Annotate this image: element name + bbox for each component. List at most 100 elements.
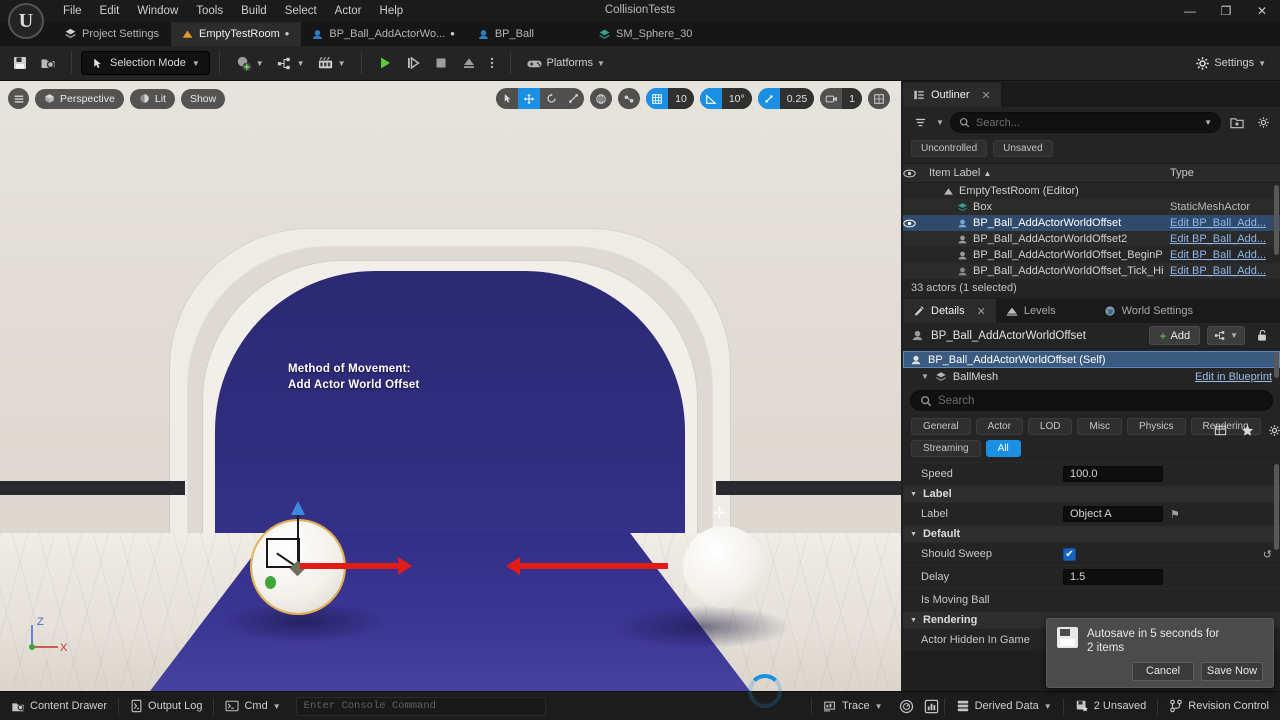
- speed-field[interactable]: 100.0: [1063, 466, 1163, 482]
- outliner-scrollbar[interactable]: [1274, 185, 1279, 255]
- row-type[interactable]: Edit BP_Ball_Add...: [1170, 249, 1280, 261]
- chip-uncontrolled[interactable]: Uncontrolled: [911, 140, 988, 157]
- filter-icon[interactable]: [910, 113, 930, 133]
- filter-physics[interactable]: Physics: [1127, 418, 1186, 435]
- surface-snap-button[interactable]: [618, 88, 640, 109]
- close-icon[interactable]: ✕: [977, 305, 986, 318]
- filter-streaming[interactable]: Streaming: [911, 440, 981, 457]
- filter-all[interactable]: All: [985, 440, 1021, 457]
- menu-item-select[interactable]: Select: [276, 1, 326, 21]
- menu-item-file[interactable]: File: [54, 1, 91, 21]
- close-icon[interactable]: ✕: [1244, 0, 1280, 22]
- derived-data-button[interactable]: Derived Data ▼: [945, 699, 1063, 713]
- add-component-button[interactable]: + Add: [1149, 326, 1201, 345]
- tab-empty-test-room[interactable]: EmptyTestRoom •: [171, 22, 302, 46]
- menu-item-actor[interactable]: Actor: [326, 1, 371, 21]
- world-coords-button[interactable]: [590, 88, 612, 109]
- unsaved-button[interactable]: 2 Unsaved: [1064, 699, 1158, 713]
- ball-object-b[interactable]: [683, 526, 765, 608]
- eject-button[interactable]: [455, 51, 483, 75]
- trace-button[interactable]: Trace ▼: [812, 700, 894, 713]
- viewport-show-button[interactable]: Show: [180, 88, 226, 109]
- star-icon[interactable]: [1237, 420, 1257, 440]
- grid-snap-button[interactable]: [646, 88, 669, 109]
- grid-snap-value[interactable]: 10: [668, 88, 694, 109]
- row-type[interactable]: Edit BP_Ball_Add...: [1170, 265, 1280, 277]
- minimize-icon[interactable]: —: [1172, 0, 1208, 22]
- menu-item-tools[interactable]: Tools: [187, 1, 232, 21]
- property-list-scrollbar[interactable]: [1274, 464, 1279, 550]
- cmd-dropdown[interactable]: Cmd ▼: [214, 692, 291, 720]
- tab-bp-ball-addactorworldoffset[interactable]: BP_Ball_AddActorWo... •: [301, 22, 467, 46]
- flag-icon[interactable]: ⚑: [1170, 508, 1180, 521]
- stop-button[interactable]: [427, 51, 455, 75]
- save-button[interactable]: [6, 51, 34, 75]
- play-button[interactable]: [371, 51, 399, 75]
- menu-item-window[interactable]: Window: [128, 1, 187, 21]
- gear-icon[interactable]: [1253, 113, 1273, 133]
- component-row-self[interactable]: BP_Ball_AddActorWorldOffset (Self): [903, 351, 1280, 368]
- maximize-icon[interactable]: ❐: [1208, 0, 1244, 22]
- should-sweep-checkbox[interactable]: ✔: [1063, 547, 1076, 561]
- blueprint-menu-button[interactable]: ▼: [1207, 326, 1245, 345]
- tab-levels[interactable]: Levels: [995, 299, 1066, 323]
- add-actor-button[interactable]: ▼: [229, 51, 270, 75]
- outliner-search-input[interactable]: Search... ▼: [949, 112, 1221, 133]
- scale-tool-button[interactable]: [562, 88, 584, 109]
- table-row[interactable]: BP_Ball_AddActorWorldOffset2 Edit BP_Bal…: [903, 231, 1280, 247]
- viewport-lit-button[interactable]: Lit: [129, 88, 175, 109]
- unlock-icon[interactable]: [1252, 326, 1272, 346]
- tab-outliner[interactable]: Outliner ✕: [903, 83, 1001, 107]
- chevron-down-icon[interactable]: ▼: [936, 118, 944, 127]
- revert-icon[interactable]: ↺: [1263, 548, 1272, 561]
- save-now-button[interactable]: Save Now: [1201, 662, 1263, 681]
- row-type[interactable]: Edit BP_Ball_Add...: [1170, 217, 1280, 229]
- menu-item-help[interactable]: Help: [371, 1, 413, 21]
- row-visibility-toggle[interactable]: [903, 219, 929, 228]
- console-command-input[interactable]: Enter Console Command: [295, 696, 546, 716]
- menu-item-build[interactable]: Build: [232, 1, 276, 21]
- viewport-menu-button[interactable]: [8, 88, 29, 109]
- camera-speed-button[interactable]: [820, 88, 842, 109]
- property-section-label[interactable]: ▼ Label: [903, 485, 1280, 502]
- table-row[interactable]: EmptyTestRoom (Editor): [903, 183, 1280, 199]
- camera-speed-value[interactable]: 1: [842, 88, 862, 109]
- filter-actor[interactable]: Actor: [975, 418, 1023, 435]
- settings-button[interactable]: Settings ▼: [1189, 51, 1272, 75]
- output-log-button[interactable]: Output Log: [119, 692, 213, 720]
- table-row[interactable]: BP_Ball_AddActorWorldOffset_BeginP Edit …: [903, 247, 1280, 263]
- details-search-input[interactable]: Search: [910, 390, 1273, 411]
- component-tree-scrollbar[interactable]: [1274, 352, 1279, 378]
- selection-mode-dropdown[interactable]: Selection Mode ▼: [81, 51, 210, 75]
- component-row-ballmesh[interactable]: ▼ BallMesh Edit in Blueprint: [903, 368, 1280, 385]
- stats-button[interactable]: [919, 699, 944, 714]
- angle-snap-button[interactable]: [699, 88, 722, 109]
- new-folder-icon[interactable]: [1227, 113, 1247, 133]
- viewport-layout-button[interactable]: [868, 88, 890, 109]
- revision-control-button[interactable]: Revision Control: [1158, 699, 1280, 713]
- tab-bp-ball[interactable]: BP_Ball: [466, 22, 546, 46]
- column-settings-icon[interactable]: [1210, 420, 1230, 440]
- tab-sm-sphere-30[interactable]: SM_Sphere_30: [587, 22, 705, 46]
- table-row[interactable]: BP_Ball_AddActorWorldOffset_Tick_Hi Edit…: [903, 263, 1280, 279]
- blueprints-button[interactable]: ▼: [270, 51, 311, 75]
- chevron-down-icon[interactable]: ▼: [1204, 118, 1212, 127]
- edit-in-blueprint-link[interactable]: Edit in Blueprint: [1195, 371, 1280, 383]
- tab-project-settings[interactable]: Project Settings: [54, 22, 172, 46]
- property-section-default[interactable]: ▼ Default: [903, 525, 1280, 542]
- platforms-button[interactable]: Platforms ▼: [520, 51, 611, 75]
- cinematics-button[interactable]: ▼: [311, 51, 352, 75]
- cancel-button[interactable]: Cancel: [1132, 662, 1194, 681]
- filter-general[interactable]: General: [911, 418, 971, 435]
- viewport-perspective-button[interactable]: Perspective: [35, 88, 124, 109]
- performance-button[interactable]: [894, 699, 919, 714]
- column-type[interactable]: Type: [1170, 167, 1280, 179]
- rotate-tool-button[interactable]: [540, 88, 562, 109]
- row-type[interactable]: Edit BP_Ball_Add...: [1170, 233, 1280, 245]
- translate-tool-button[interactable]: [518, 88, 541, 109]
- play-options-button[interactable]: [483, 51, 501, 75]
- browse-content-button[interactable]: [34, 51, 62, 75]
- label-field[interactable]: Object A: [1063, 506, 1163, 522]
- gizmo-z-arrow-icon[interactable]: [291, 501, 305, 515]
- scale-snap-button[interactable]: [757, 88, 780, 109]
